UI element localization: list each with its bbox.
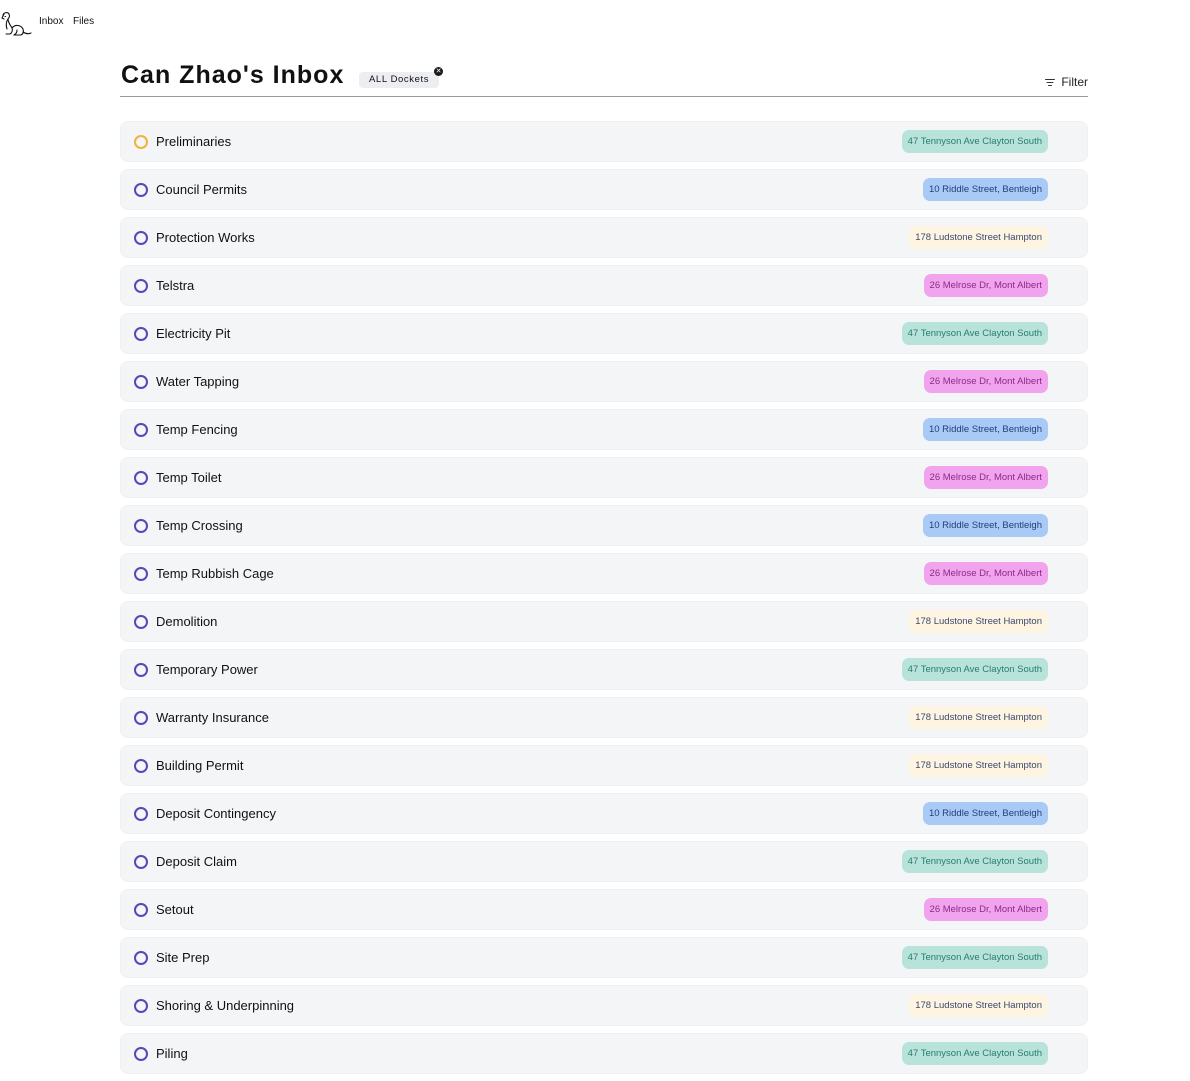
- filter-lines-icon: [1045, 78, 1056, 86]
- dog-icon[interactable]: [0, 10, 32, 38]
- status-circle-icon[interactable]: [134, 135, 148, 149]
- task-name: Temp Rubbish Cage: [156, 566, 274, 581]
- task-row[interactable]: Shoring & Underpinning 178 Ludstone Stree…: [120, 985, 1088, 1026]
- docket-tag[interactable]: 10 Riddle Street, Bentleigh: [922, 802, 1048, 825]
- task-row[interactable]: Warranty Insurance 178 Ludstone Street Ha…: [120, 697, 1088, 738]
- status-circle-icon[interactable]: [134, 231, 148, 245]
- docket-filter-chip[interactable]: ALL Dockets: [359, 72, 440, 88]
- task-row[interactable]: Temp Fencing 10 Riddle Street, Bentleigh: [120, 409, 1088, 450]
- task-name: Setout: [156, 902, 194, 917]
- task-name: Protection Works: [156, 230, 255, 245]
- docket-tag[interactable]: 26 Melrose Dr, Mont Albert: [923, 274, 1048, 297]
- status-circle-icon[interactable]: [134, 951, 148, 965]
- task-row[interactable]: Water Tapping 26 Melrose Dr, Mont Albert: [120, 361, 1088, 402]
- task-row[interactable]: Site Prep 47 Tennyson Ave Clayton South: [120, 937, 1088, 978]
- status-circle-icon[interactable]: [134, 375, 148, 389]
- nav-inbox-link[interactable]: Inbox: [39, 16, 63, 27]
- status-circle-icon[interactable]: [134, 759, 148, 773]
- task-name: Council Permits: [156, 182, 248, 197]
- status-circle-icon[interactable]: [134, 1047, 148, 1061]
- status-circle-icon[interactable]: [134, 855, 148, 869]
- task-row[interactable]: Demolition 178 Ludstone Street Hampton: [120, 601, 1088, 642]
- nav-files-link[interactable]: Files: [73, 16, 94, 27]
- task-row[interactable]: Electricity Pit 47 Tennyson Ave Clayton S…: [120, 313, 1088, 354]
- close-circle-icon[interactable]: ✕: [434, 67, 443, 76]
- task-list: Preliminaries 47 Tennyson Ave Clayton Sou…: [120, 121, 1088, 1081]
- status-circle-icon[interactable]: [134, 519, 148, 533]
- status-circle-icon[interactable]: [134, 423, 148, 437]
- task-name: Deposit Contingency: [156, 806, 276, 821]
- docket-tag[interactable]: 178 Ludstone Street Hampton: [909, 706, 1048, 729]
- docket-tag[interactable]: 178 Ludstone Street Hampton: [909, 754, 1048, 777]
- status-circle-icon[interactable]: [134, 711, 148, 725]
- status-circle-icon[interactable]: [134, 807, 148, 821]
- filter-button[interactable]: Filter: [1045, 74, 1088, 90]
- docket-tag[interactable]: 47 Tennyson Ave Clayton South: [901, 850, 1048, 873]
- task-row[interactable]: Deposit Contingency 10 Riddle Street, Ben…: [120, 793, 1088, 834]
- task-name: Electricity Pit: [156, 326, 231, 341]
- task-name: Shoring & Underpinning: [156, 998, 295, 1013]
- status-circle-icon[interactable]: [134, 327, 148, 341]
- status-circle-icon[interactable]: [134, 183, 148, 197]
- task-row[interactable]: Piling 47 Tennyson Ave Clayton South: [120, 1033, 1088, 1074]
- task-name: Preliminaries: [156, 134, 232, 149]
- docket-tag[interactable]: 47 Tennyson Ave Clayton South: [901, 946, 1048, 969]
- task-row[interactable]: Temp Crossing 10 Riddle Street, Bentleigh: [120, 505, 1088, 546]
- task-name: Temp Crossing: [156, 518, 243, 533]
- task-row[interactable]: Deposit Claim 47 Tennyson Ave Clayton Sou…: [120, 841, 1088, 882]
- docket-tag[interactable]: 26 Melrose Dr, Mont Albert: [923, 370, 1048, 393]
- task-name: Water Tapping: [156, 374, 240, 389]
- task-row[interactable]: Preliminaries 47 Tennyson Ave Clayton Sou…: [120, 121, 1088, 162]
- docket-tag[interactable]: 47 Tennyson Ave Clayton South: [901, 1042, 1048, 1065]
- task-row[interactable]: Telstra 26 Melrose Dr, Mont Albert: [120, 265, 1088, 306]
- docket-tag[interactable]: 47 Tennyson Ave Clayton South: [901, 322, 1048, 345]
- page-title: Can Zhao's Inbox: [121, 61, 345, 89]
- inbox-header: Can Zhao's Inbox ALL Dockets ✕ Filter: [120, 58, 1088, 97]
- task-row[interactable]: Setout 26 Melrose Dr, Mont Albert: [120, 889, 1088, 930]
- task-row[interactable]: Council Permits 10 Riddle Street, Bentlei…: [120, 169, 1088, 210]
- task-row[interactable]: Protection Works 178 Ludstone Street Hamp…: [120, 217, 1088, 258]
- task-row[interactable]: Temp Toilet 26 Melrose Dr, Mont Albert: [120, 457, 1088, 498]
- task-name: Warranty Insurance: [156, 710, 269, 725]
- status-circle-icon[interactable]: [134, 471, 148, 485]
- task-name: Temporary Power: [156, 662, 258, 677]
- status-circle-icon[interactable]: [134, 663, 148, 677]
- task-name: Deposit Claim: [156, 854, 237, 869]
- docket-tag[interactable]: 178 Ludstone Street Hampton: [909, 610, 1048, 633]
- status-circle-icon[interactable]: [134, 999, 148, 1013]
- task-name: Temp Toilet: [156, 470, 222, 485]
- docket-tag[interactable]: 10 Riddle Street, Bentleigh: [922, 178, 1048, 201]
- filter-label: Filter: [1061, 75, 1088, 89]
- docket-tag[interactable]: 10 Riddle Street, Bentleigh: [922, 514, 1048, 537]
- task-row[interactable]: Temporary Power 47 Tennyson Ave Clayton S…: [120, 649, 1088, 690]
- docket-tag[interactable]: 10 Riddle Street, Bentleigh: [922, 418, 1048, 441]
- task-row[interactable]: Temp Rubbish Cage 26 Melrose Dr, Mont Alb…: [120, 553, 1088, 594]
- status-circle-icon[interactable]: [134, 615, 148, 629]
- task-name: Piling: [156, 1046, 188, 1061]
- docket-tag[interactable]: 26 Melrose Dr, Mont Albert: [923, 898, 1048, 921]
- task-row[interactable]: Building Permit 178 Ludstone Street Hampt…: [120, 745, 1088, 786]
- status-circle-icon[interactable]: [134, 903, 148, 917]
- docket-tag[interactable]: 47 Tennyson Ave Clayton South: [901, 658, 1048, 681]
- docket-tag[interactable]: 26 Melrose Dr, Mont Albert: [923, 466, 1048, 489]
- task-name: Site Prep: [156, 950, 210, 965]
- task-name: Building Permit: [156, 758, 244, 773]
- docket-tag[interactable]: 47 Tennyson Ave Clayton South: [901, 130, 1048, 153]
- task-name: Demolition: [156, 614, 218, 629]
- docket-tag[interactable]: 26 Melrose Dr, Mont Albert: [923, 562, 1048, 585]
- task-name: Temp Fencing: [156, 422, 238, 437]
- status-circle-icon[interactable]: [134, 279, 148, 293]
- top-nav: Inbox Files: [0, 0, 300, 40]
- status-circle-icon[interactable]: [134, 567, 148, 581]
- docket-tag[interactable]: 178 Ludstone Street Hampton: [909, 226, 1048, 249]
- task-name: Telstra: [156, 278, 195, 293]
- docket-tag[interactable]: 178 Ludstone Street Hampton: [909, 994, 1048, 1017]
